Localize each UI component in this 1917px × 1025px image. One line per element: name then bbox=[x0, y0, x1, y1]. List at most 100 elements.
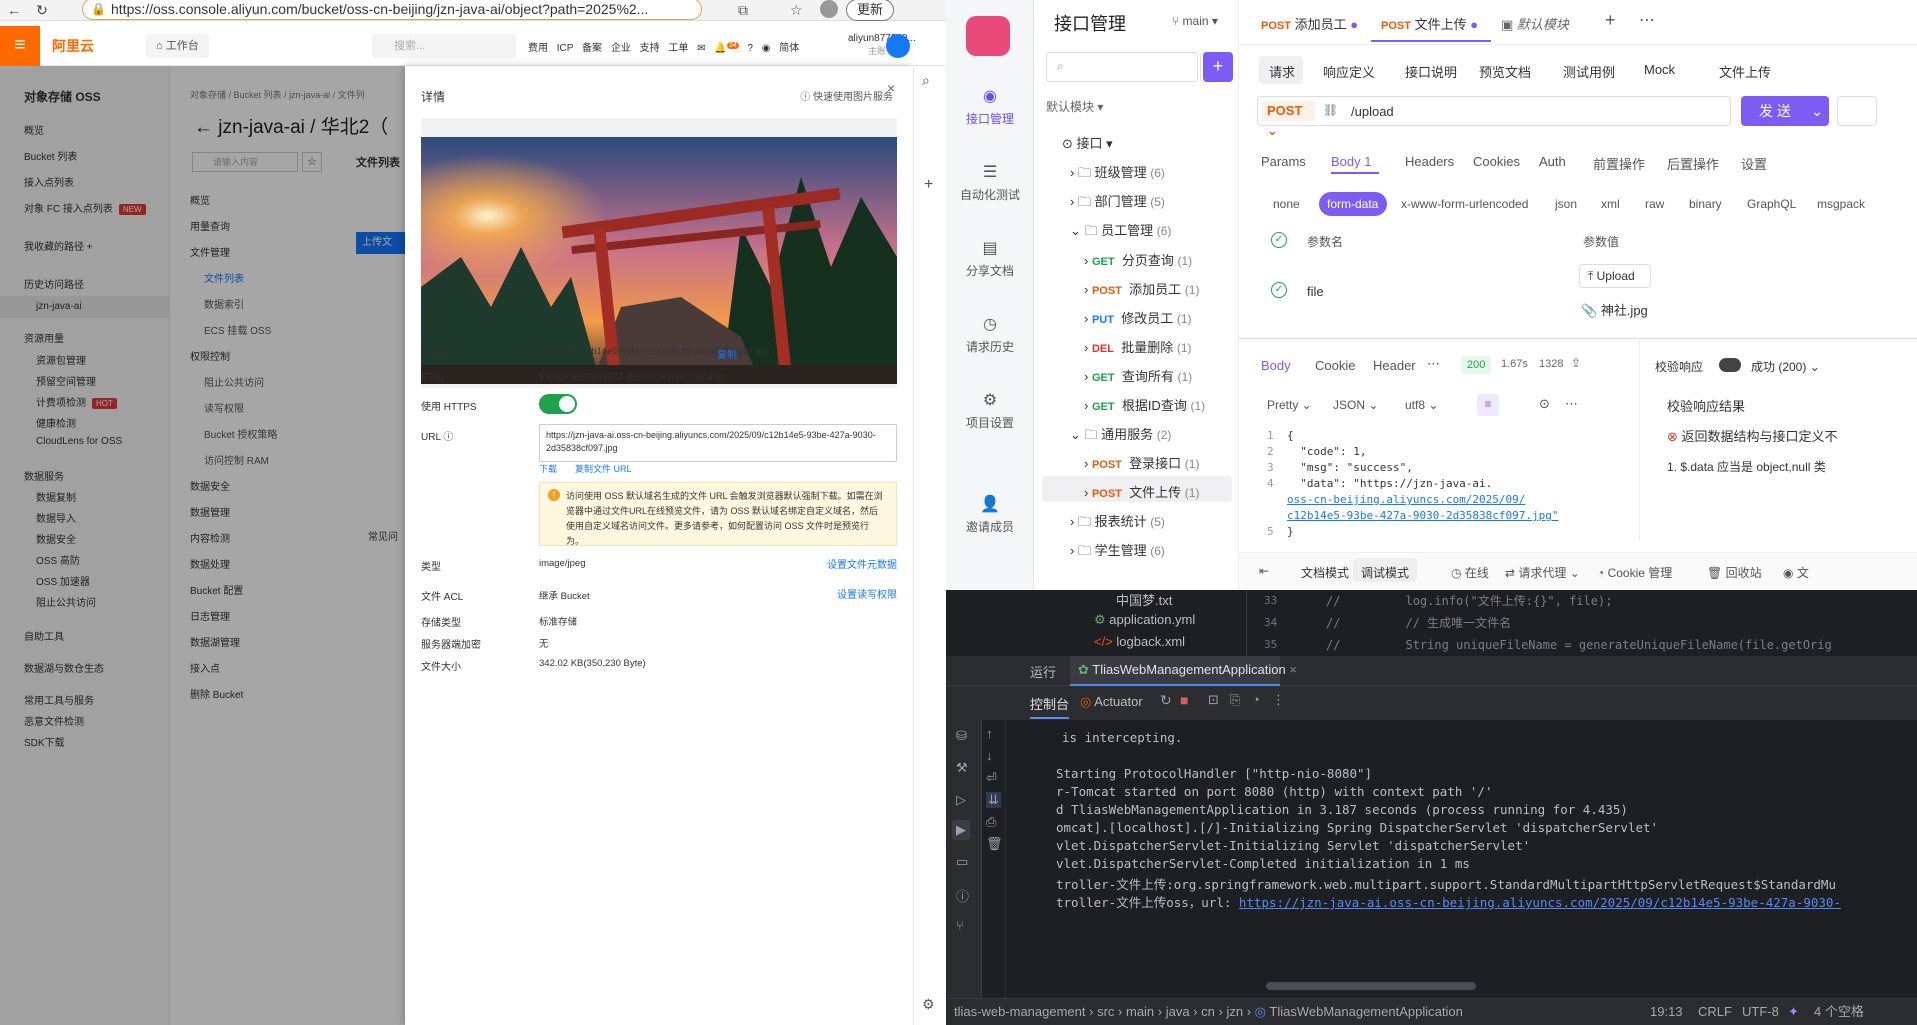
nav-auto-test[interactable]: ☰ 自动化测试 bbox=[946, 162, 1034, 203]
profile-icon[interactable] bbox=[820, 0, 838, 18]
body-urlencoded[interactable]: x-www-form-urlencoded bbox=[1401, 197, 1528, 211]
validate-status[interactable]: 成功 (200) ⌄ bbox=[1751, 358, 1820, 375]
down-icon[interactable]: ↓ bbox=[986, 748, 993, 763]
param-name-file[interactable]: file bbox=[1307, 284, 1324, 299]
endpoint-get-by-id[interactable]: › GET 根据ID查询 (1) bbox=[1084, 395, 1205, 414]
check-icon[interactable]: ✓ bbox=[1271, 282, 1287, 298]
terminal-icon[interactable]: ▭ bbox=[956, 854, 968, 870]
default-module[interactable]: 默认模块 ▾ bbox=[1046, 98, 1103, 115]
scroll-end-icon[interactable]: ⇊ bbox=[986, 792, 1001, 808]
ptab-pre[interactable]: 前置操作 bbox=[1593, 154, 1645, 173]
crumb[interactable]: jzn bbox=[1226, 1004, 1243, 1019]
link-icon[interactable]: ⛓ bbox=[1323, 103, 1338, 117]
download-link[interactable]: 下载 bbox=[539, 462, 557, 475]
console-search-input[interactable]: 搜索... bbox=[372, 34, 516, 58]
tree-root[interactable]: ⊙ 接口 ▾ bbox=[1062, 133, 1113, 152]
send-button[interactable]: 发 送 ⌄ bbox=[1741, 96, 1829, 126]
h-scrollbar[interactable] bbox=[1266, 982, 1476, 990]
subtab-response-def[interactable]: 响应定义 bbox=[1323, 62, 1375, 81]
aliyun-logo[interactable]: 阿里云 bbox=[52, 36, 94, 56]
https-toggle[interactable] bbox=[539, 394, 577, 414]
crumb[interactable]: tlias-web-management bbox=[954, 1004, 1086, 1019]
nav-invite[interactable]: 👤 邀请成员 bbox=[946, 494, 1034, 535]
crumb[interactable]: cn bbox=[1201, 1004, 1215, 1019]
endpoint-upload[interactable]: › POST 文件上传 (1) bbox=[1084, 482, 1199, 501]
tab-add-emp[interactable]: POST 添加员工 ● bbox=[1261, 14, 1358, 33]
encoding[interactable]: UTF-8 bbox=[1742, 999, 1779, 1025]
folder-class[interactable]: › 🗀 班级管理 (6) bbox=[1070, 162, 1165, 186]
pretty-select[interactable]: Pretty ⌄ bbox=[1267, 398, 1312, 412]
endpoint-list-all[interactable]: › GET 查询所有 (1) bbox=[1084, 366, 1192, 385]
gear-icon[interactable]: ⚙ bbox=[922, 996, 935, 1013]
apifox-logo[interactable] bbox=[966, 16, 1010, 56]
body-graphql[interactable]: GraphQL bbox=[1747, 197, 1796, 211]
crumb[interactable]: TliasWebManagementApplication bbox=[1269, 1004, 1462, 1019]
file-item[interactable]: 中国梦.txt bbox=[1116, 590, 1172, 609]
folder-dept[interactable]: › 🗀 部门管理 (5) bbox=[1070, 191, 1165, 215]
recycle-bin[interactable]: 🗑 回收站 bbox=[1707, 564, 1762, 581]
database-icon[interactable]: ⛁ bbox=[956, 728, 967, 744]
ptab-settings[interactable]: 设置 bbox=[1741, 154, 1767, 173]
ptab-body[interactable]: Body 1 bbox=[1331, 154, 1372, 169]
url-field[interactable]: https://jzn-java-ai.oss-cn-beijing.aliyu… bbox=[539, 424, 897, 462]
validate-toggle[interactable] bbox=[1719, 358, 1741, 372]
resp-tab-header[interactable]: Header bbox=[1373, 358, 1416, 373]
locate-icon[interactable]: ⊙ bbox=[1539, 396, 1550, 412]
nav-settings[interactable]: ⚙ 项目设置 bbox=[946, 390, 1034, 431]
gauge-icon[interactable]: ◔ bbox=[1252, 692, 1260, 707]
menu-icon[interactable]: ≡ bbox=[0, 26, 40, 66]
ptab-params[interactable]: Params bbox=[1261, 154, 1306, 169]
crumb[interactable]: main bbox=[1126, 1004, 1154, 1019]
workbench-button[interactable]: ⌂ 工作台 bbox=[146, 34, 209, 58]
subtab-test-case[interactable]: 测试用例 bbox=[1563, 62, 1615, 81]
tree-search-input[interactable]: ⌕ bbox=[1046, 52, 1198, 82]
back-icon[interactable]: ← bbox=[0, 2, 28, 18]
update-button[interactable]: 更新 bbox=[846, 0, 894, 21]
endpoint-page-query[interactable]: › GET 分页查询 (1) bbox=[1084, 250, 1192, 269]
mail-icon[interactable]: ✉ bbox=[697, 43, 705, 54]
json-line[interactable]: oss-cn-beijing.aliyuncs.com/2025/09/ bbox=[1287, 493, 1525, 506]
debug-mode[interactable]: 调试模式 bbox=[1361, 564, 1409, 581]
rerun-icon[interactable]: ↻ bbox=[1160, 692, 1172, 709]
trash-icon[interactable]: 🗑 bbox=[986, 836, 1003, 852]
print-icon[interactable]: ⎙ bbox=[986, 814, 996, 830]
close-icon[interactable]: × bbox=[887, 80, 895, 96]
wrap-icon[interactable]: ≡ bbox=[1477, 394, 1499, 416]
set-acl-link[interactable]: 设置读写权限 bbox=[837, 586, 897, 601]
console-url-link[interactable]: https://jzn-java-ai.oss-cn-beijing.aliyu… bbox=[1239, 895, 1841, 910]
more-icon[interactable]: ⋯ bbox=[1565, 396, 1578, 412]
more-icon[interactable]: ⋯ bbox=[1639, 10, 1655, 30]
endpoint-update-emp[interactable]: › PUT 修改员工 (1) bbox=[1084, 308, 1192, 327]
console-tab[interactable]: 控制台 bbox=[1030, 694, 1070, 719]
body-json[interactable]: json bbox=[1555, 197, 1577, 211]
add-api-button[interactable]: + bbox=[1203, 52, 1233, 82]
chevron-down-icon[interactable]: ⌄ bbox=[1811, 96, 1823, 126]
file-item[interactable]: ⚙ application.yml bbox=[1094, 612, 1195, 628]
copy-url-link[interactable]: 复制文件 URL bbox=[575, 462, 632, 475]
upload-button[interactable]: ⤒ Upload bbox=[1579, 264, 1651, 288]
ptab-cookies[interactable]: Cookies bbox=[1473, 154, 1520, 169]
json-select[interactable]: JSON ⌄ bbox=[1333, 398, 1378, 412]
subtab-upload[interactable]: 文件上传 bbox=[1719, 62, 1771, 81]
crumb[interactable]: src bbox=[1097, 1004, 1114, 1019]
endpoint-batch-delete[interactable]: › DEL 批量删除 (1) bbox=[1084, 337, 1192, 356]
file-item[interactable]: </> logback.xml bbox=[1094, 634, 1185, 649]
address-bar[interactable]: 🔒 https://oss.console.aliyun.com/bucket/o… bbox=[82, 0, 702, 20]
nav-history[interactable]: ◷ 请求历史 bbox=[946, 314, 1034, 355]
save-button[interactable] bbox=[1837, 96, 1877, 126]
stop-icon[interactable]: ■ bbox=[1180, 692, 1188, 708]
collapse-icon[interactable]: ⇤ bbox=[1259, 564, 1269, 578]
doc-mode[interactable]: 文档模式 bbox=[1301, 564, 1349, 581]
caret-position[interactable]: 19:13 bbox=[1650, 999, 1683, 1025]
share-icon[interactable]: ⇪ bbox=[1571, 356, 1581, 370]
up-icon[interactable]: ↑ bbox=[986, 726, 993, 741]
nav-share-docs[interactable]: ▤ 分享文档 bbox=[946, 238, 1034, 279]
endpoint-add-emp[interactable]: › POST 添加员工 (1) bbox=[1084, 279, 1199, 298]
folder-student[interactable]: › 🗀 学生管理 (6) bbox=[1070, 540, 1165, 564]
nav-api-management[interactable]: ◉ 接口管理 bbox=[946, 86, 1034, 127]
link-fee[interactable]: 费用 bbox=[528, 43, 548, 54]
resp-tab-cookie[interactable]: Cookie bbox=[1315, 358, 1355, 373]
body-raw[interactable]: raw bbox=[1645, 197, 1664, 211]
help-icon[interactable]: ? bbox=[747, 43, 753, 54]
tab-upload[interactable]: POST 文件上传 ● bbox=[1381, 14, 1478, 33]
